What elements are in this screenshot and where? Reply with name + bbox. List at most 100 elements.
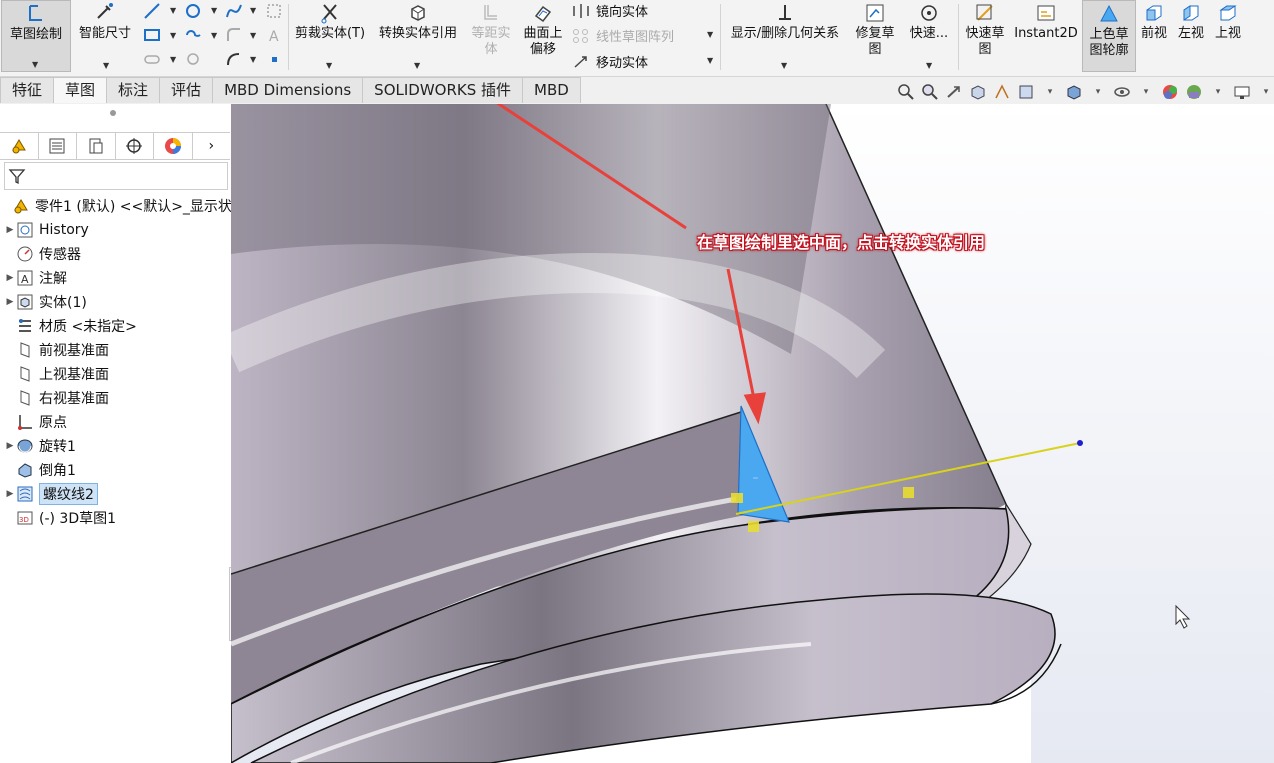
tab-mbd-dimensions[interactable]: MBD Dimensions xyxy=(212,77,364,103)
instant2d-button[interactable]: Instant2D xyxy=(1012,0,1080,62)
rapid-sketch-button[interactable]: 快速草 图 xyxy=(962,0,1008,62)
tree-item[interactable]: 3D (-) 3D草图1 xyxy=(4,507,116,529)
smart-dimension-button[interactable]: 智能尺寸 ▼ xyxy=(73,0,137,70)
trim-entities-button[interactable]: 剪裁实体(T) ▼ xyxy=(292,0,368,70)
chevron-down-icon[interactable]: ▼ xyxy=(32,57,38,73)
chevron-down-icon[interactable]: ▼ xyxy=(170,31,176,40)
line-icon[interactable] xyxy=(143,2,161,20)
chevron-down-icon[interactable]: ▼ xyxy=(781,58,787,74)
zoom-to-area-icon[interactable] xyxy=(920,82,940,102)
expand-arrow-icon[interactable]: ▶ xyxy=(4,441,16,451)
tree-item[interactable]: 原点 xyxy=(4,411,67,433)
apply-scene-icon[interactable] xyxy=(1184,82,1204,102)
circle-icon[interactable] xyxy=(184,2,202,20)
display-delete-relations-button[interactable]: 显示/删除几何关系 ▼ xyxy=(724,0,846,70)
chevron-down-icon[interactable]: ▼ xyxy=(250,31,256,40)
display-manager-tab[interactable] xyxy=(154,133,193,159)
convert-entities-button[interactable]: 转换实体引用 ▼ xyxy=(372,0,464,70)
view-orientation-icon[interactable] xyxy=(1016,82,1036,102)
tab-markup[interactable]: 标注 xyxy=(106,77,161,103)
chevron-down-icon[interactable]: ▾ xyxy=(1136,82,1156,102)
configuration-manager-tab[interactable] xyxy=(77,133,116,159)
feature-tree-filter[interactable] xyxy=(4,162,228,190)
tree-item[interactable]: 右视基准面 xyxy=(4,387,109,409)
feature-manager-tab[interactable] xyxy=(0,133,39,159)
point-icon[interactable] xyxy=(265,50,283,68)
offset-on-surface-button[interactable]: 曲面上 偏移 xyxy=(518,0,568,62)
chevron-down-icon[interactable]: ▼ xyxy=(250,55,256,64)
tree-item[interactable]: 传感器 xyxy=(4,243,81,265)
tree-item[interactable]: ▶ 旋转1 xyxy=(4,435,76,457)
tab-mbd[interactable]: MBD xyxy=(522,77,581,103)
chevron-down-icon[interactable]: ▼ xyxy=(326,58,332,74)
configuration-icon xyxy=(89,138,103,154)
offset-entities-button[interactable]: 等距实 体 xyxy=(466,0,516,62)
chevron-down-icon[interactable]: ▾ xyxy=(1256,82,1274,102)
zoom-to-fit-icon[interactable] xyxy=(896,82,916,102)
view-settings-icon[interactable] xyxy=(1232,82,1252,102)
grid-icon[interactable] xyxy=(265,2,283,20)
chevron-down-icon[interactable]: ▼ xyxy=(707,56,713,65)
tree-item[interactable]: 倒角1 xyxy=(4,459,76,481)
property-manager-tab[interactable] xyxy=(39,133,77,159)
chevron-down-icon[interactable]: ▾ xyxy=(1088,82,1108,102)
dynamic-annotation-icon[interactable] xyxy=(992,82,1012,102)
chevron-down-icon[interactable]: ▼ xyxy=(926,58,932,74)
tree-item[interactable]: ▶ A 注解 xyxy=(4,267,67,289)
tab-features[interactable]: 特征 xyxy=(0,77,55,103)
tree-root-part[interactable]: 零件1 (默认) <<默认>_显示状 xyxy=(0,195,232,217)
rectangle-icon[interactable] xyxy=(143,26,161,44)
chevron-down-icon[interactable]: ▼ xyxy=(414,58,420,74)
left-view-button[interactable]: 左视 xyxy=(1174,0,1208,62)
chevron-down-icon[interactable]: ▼ xyxy=(211,6,217,15)
chevron-down-icon[interactable]: ▼ xyxy=(170,6,176,15)
expand-arrow-icon[interactable]: ▶ xyxy=(4,489,16,499)
top-view-button[interactable]: 上视 xyxy=(1211,0,1245,62)
chevron-down-icon[interactable]: ▾ xyxy=(1208,82,1228,102)
quick-snaps-button[interactable]: 快速... ▼ xyxy=(904,0,954,70)
tree-item-label: 实体(1) xyxy=(39,295,87,311)
section-view-icon[interactable] xyxy=(968,82,988,102)
slot-icon[interactable] xyxy=(184,26,202,44)
tab-solidworks-addins[interactable]: SOLIDWORKS 插件 xyxy=(362,77,524,103)
polygon-icon[interactable] xyxy=(184,50,202,68)
tree-item[interactable]: ▶ 实体(1) xyxy=(4,291,87,313)
slot-icon[interactable] xyxy=(143,50,161,68)
mirror-entities-button[interactable]: 镜向实体 xyxy=(572,1,648,20)
shaded-sketch-contours-button[interactable]: 上色草 图轮廓 xyxy=(1082,0,1136,72)
chevron-down-icon[interactable]: ▼ xyxy=(103,58,109,74)
chevron-down-icon[interactable]: ▾ xyxy=(1040,82,1060,102)
dimxpert-tab[interactable] xyxy=(116,133,154,159)
expand-arrow-icon[interactable]: ▶ xyxy=(4,273,16,283)
tab-sketch[interactable]: 草图 xyxy=(53,77,108,103)
previous-view-icon[interactable] xyxy=(944,82,964,102)
fillet-icon[interactable] xyxy=(225,26,243,44)
panel-tabs-more-button[interactable]: › xyxy=(193,133,231,159)
tree-item[interactable]: 上视基准面 xyxy=(4,363,109,385)
edit-appearance-icon[interactable] xyxy=(1160,82,1180,102)
repair-sketch-button[interactable]: 修复草 图 xyxy=(850,0,900,62)
chevron-down-icon[interactable]: ▼ xyxy=(250,6,256,15)
text-icon[interactable]: A xyxy=(265,26,283,44)
panel-grip[interactable] xyxy=(110,110,116,116)
tree-item[interactable]: 前视基准面 xyxy=(4,339,109,361)
display-style-icon[interactable] xyxy=(1064,82,1084,102)
sketch-button[interactable]: 草图绘制 ▼ xyxy=(1,0,71,72)
arc-icon[interactable] xyxy=(225,50,243,68)
revolve-icon xyxy=(17,439,33,453)
linear-sketch-pattern-button[interactable]: 线性草图阵列 xyxy=(572,26,674,45)
chevron-down-icon[interactable]: ▼ xyxy=(211,31,217,40)
move-entities-button[interactable]: 移动实体 xyxy=(572,52,648,71)
expand-arrow-icon[interactable]: ▶ xyxy=(4,297,16,307)
hide-show-items-icon[interactable] xyxy=(1112,82,1132,102)
chevron-down-icon[interactable]: ▼ xyxy=(170,55,176,64)
expand-arrow-icon[interactable]: ▶ xyxy=(4,225,16,235)
spline-icon[interactable] xyxy=(225,2,243,20)
chevron-down-icon[interactable]: ▼ xyxy=(707,30,713,39)
tree-item[interactable]: 材质 <未指定> xyxy=(4,315,137,337)
graphics-area[interactable] xyxy=(231,104,1274,763)
tree-item[interactable]: ▶ History xyxy=(4,219,89,241)
tab-evaluate[interactable]: 评估 xyxy=(159,77,214,103)
front-view-button[interactable]: 前视 xyxy=(1137,0,1171,62)
tree-item[interactable]: ▶ 螺纹线2 xyxy=(4,483,98,505)
